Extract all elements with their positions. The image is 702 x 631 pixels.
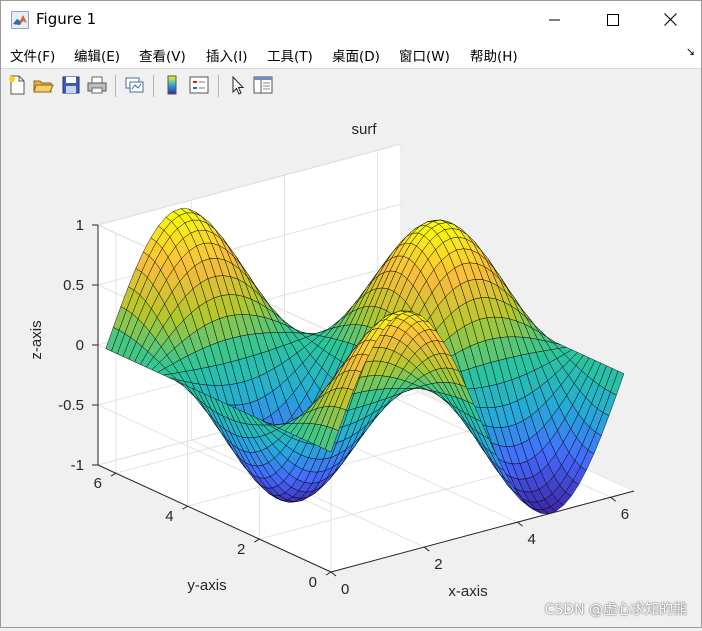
menu-insert[interactable]: 插入(I): [206, 45, 248, 65]
legend-icon[interactable]: [188, 74, 210, 96]
maximize-button[interactable]: [590, 1, 636, 38]
z-tick-label: -1: [71, 457, 84, 474]
menu-edit[interactable]: 编辑(E): [74, 45, 120, 65]
x-tick-mark: [330, 571, 337, 577]
property-inspector-icon[interactable]: [252, 74, 274, 96]
y-tick-mark: [182, 505, 188, 510]
toolbar-separator: [115, 75, 116, 97]
watermark: CSDN @虚心求知的熊: [544, 602, 687, 618]
pointer-icon[interactable]: [226, 74, 248, 96]
close-button[interactable]: [647, 1, 693, 38]
title-bar[interactable]: Figure 1: [1, 1, 701, 38]
menu-view[interactable]: 查看(V): [139, 45, 186, 65]
x-tick-label: 2: [434, 556, 442, 573]
menu-file[interactable]: 文件(F): [10, 45, 55, 65]
y-tick-mark: [254, 538, 260, 543]
surface-plot[interactable]: 0 2 4 6 0 2 4 6 -1 -0.5 0 0.5 1 surf x-axis y-axis z…: [1, 102, 701, 627]
matlab-icon: [11, 11, 29, 29]
x-tick-mark: [423, 546, 430, 552]
z-axis-label: z-axis: [28, 320, 45, 359]
plot-title: surf: [351, 121, 377, 138]
toolbar-separator: [218, 75, 219, 97]
z-tick-label: -0.5: [58, 397, 84, 414]
figure-canvas[interactable]: 0 2 4 6 0 2 4 6 -1 -0.5 0 0.5 1 surf x-axis y-axis z…: [1, 102, 701, 627]
maximize-icon: [607, 13, 619, 26]
open-file-icon[interactable]: [32, 74, 54, 96]
minimize-icon: [549, 19, 560, 20]
menu-tools[interactable]: 工具(T): [267, 45, 313, 65]
figure-window: Figure 1 文件(F) 编辑(E) 查看(V) 插入(I) 工具(T) 桌…: [0, 0, 702, 628]
save-icon[interactable]: [60, 74, 82, 96]
x-tick-mark: [517, 521, 523, 527]
menu-help[interactable]: 帮助(H): [470, 45, 518, 65]
minimize-button[interactable]: [532, 1, 578, 38]
y-tick-label: 0: [309, 574, 317, 591]
y-tick-label: 4: [165, 508, 173, 525]
colorbar-icon[interactable]: [161, 74, 183, 96]
z-tick-label: 0.5: [63, 277, 84, 294]
y-tick-label: 2: [237, 541, 245, 558]
y-axis-label: y-axis: [187, 577, 226, 594]
x-tick-label: 4: [527, 531, 535, 548]
z-tick-label: 1: [76, 217, 84, 234]
z-tick-label: 0: [76, 337, 84, 354]
menu-expander-icon[interactable]: ↘: [686, 45, 695, 58]
menu-desktop[interactable]: 桌面(D): [332, 45, 380, 65]
toolbar: [1, 68, 701, 103]
close-icon: [663, 13, 677, 26]
y-tick-mark: [325, 571, 332, 576]
window-title: Figure 1: [36, 10, 97, 28]
toolbar-separator: [153, 75, 154, 97]
y-tick-label: 6: [94, 475, 102, 492]
menu-window[interactable]: 窗口(W): [399, 45, 450, 65]
menu-bar: 文件(F) 编辑(E) 查看(V) 插入(I) 工具(T) 桌面(D) 窗口(W…: [1, 38, 701, 68]
x-tick-label: 6: [621, 506, 629, 523]
x-tick-mark: [610, 496, 617, 502]
new-figure-icon[interactable]: [6, 74, 28, 96]
link-plot-icon[interactable]: [123, 74, 145, 96]
x-tick-label: 0: [341, 581, 349, 598]
x-axis-label: x-axis: [448, 583, 487, 600]
y-tick-mark: [110, 472, 117, 477]
print-icon[interactable]: [86, 74, 108, 96]
